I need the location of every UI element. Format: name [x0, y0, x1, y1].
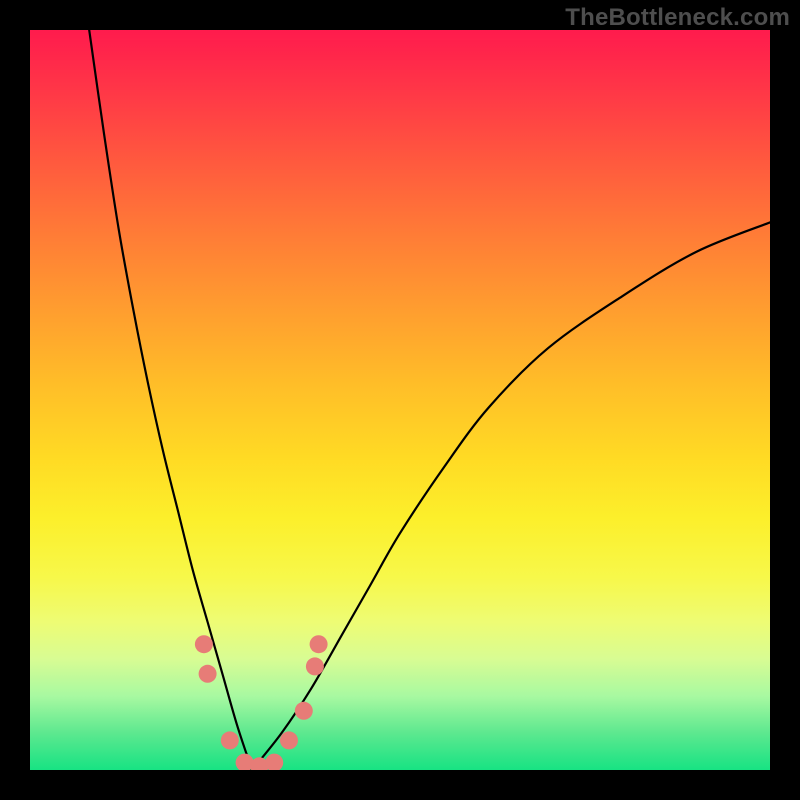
- curve-right-arm: [252, 222, 770, 770]
- trough-marker: [199, 665, 217, 683]
- trough-marker: [221, 731, 239, 749]
- trough-marker: [310, 635, 328, 653]
- chart-svg: [30, 30, 770, 770]
- trough-marker: [265, 754, 283, 770]
- plot-area: [30, 30, 770, 770]
- trough-marker: [306, 657, 324, 675]
- trough-marker: [280, 731, 298, 749]
- watermark-text: TheBottleneck.com: [565, 4, 790, 32]
- chart-frame: TheBottleneck.com: [0, 0, 800, 800]
- trough-marker: [295, 702, 313, 720]
- curve-left-arm: [89, 30, 252, 770]
- trough-marker: [195, 635, 213, 653]
- trough-markers: [195, 635, 328, 770]
